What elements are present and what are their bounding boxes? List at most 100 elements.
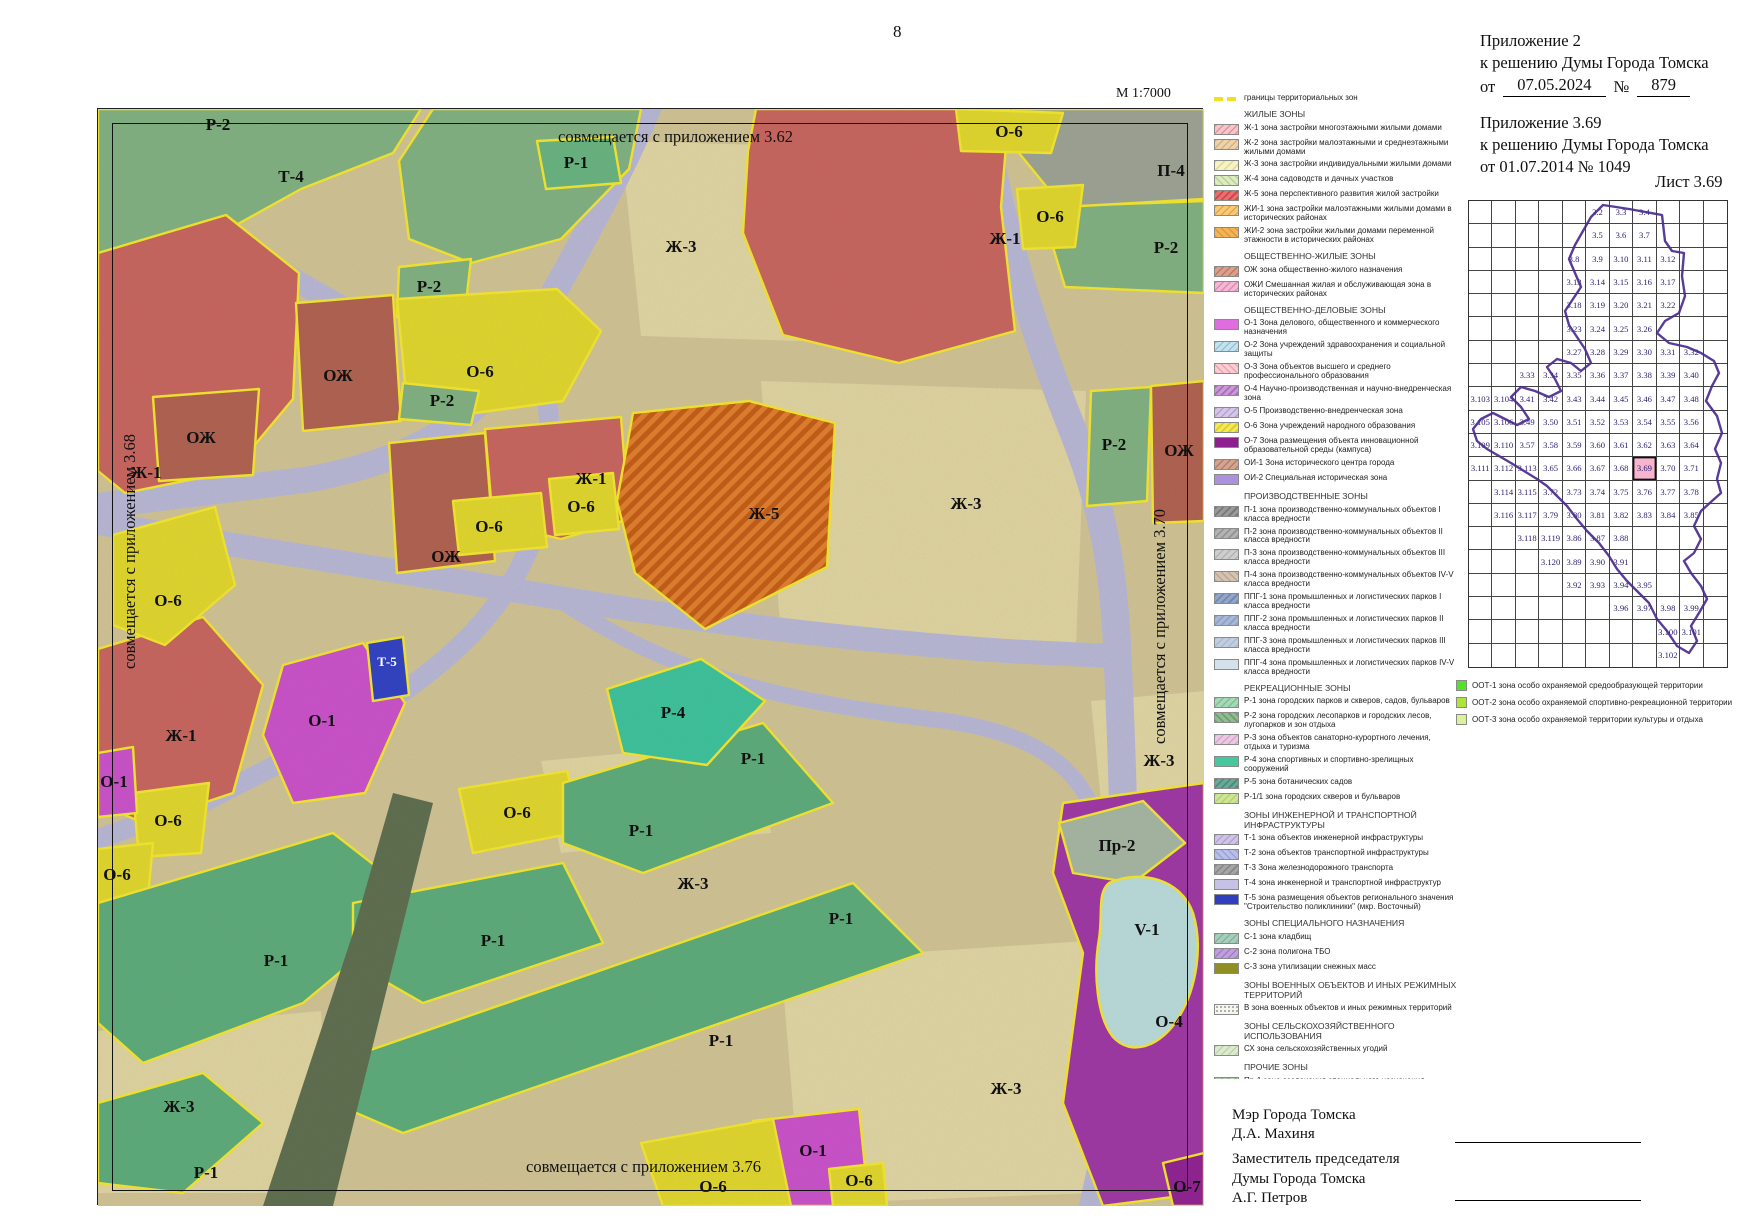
grid-cell-empty [1704, 481, 1727, 504]
legend-item-label: О-5 Производственно-внедренческая зона [1244, 407, 1403, 416]
zone-label-О-6: О-6 [845, 1171, 872, 1191]
grid-cell-3.19: 3.19 [1586, 294, 1609, 317]
grid-cell-3.71: 3.71 [1680, 457, 1703, 480]
grid-cell-empty [1633, 527, 1656, 550]
grid-cell-3.34: 3.34 [1539, 364, 1562, 387]
zone-label-О-6: О-6 [154, 591, 181, 611]
grid-cell-empty [1657, 574, 1680, 597]
grid-cell-empty [1469, 620, 1492, 643]
grid-cell-3.93: 3.93 [1586, 574, 1609, 597]
grid-cell-3.64: 3.64 [1680, 434, 1703, 457]
grid-cell-3.29: 3.29 [1610, 341, 1633, 364]
grid-cell-3.54: 3.54 [1633, 411, 1656, 434]
legend-item: ОИ-2 Специальная историческая зона [1214, 474, 1458, 485]
grid-cell-3.119: 3.119 [1539, 527, 1562, 550]
grid-cell-3.69: 3.69 [1633, 457, 1656, 480]
stamp1-num-label: № [1614, 76, 1630, 98]
grid-cell-3.38: 3.38 [1633, 364, 1656, 387]
legend-item-label: О-2 Зона учреждений здравоохранения и со… [1244, 341, 1458, 359]
grid-cell-3.57: 3.57 [1516, 434, 1539, 457]
grid-cell-3.76: 3.76 [1633, 481, 1656, 504]
legend-item: Т-3 Зона железнодорожного транспорта [1214, 864, 1458, 875]
grid-cell-3.55: 3.55 [1657, 411, 1680, 434]
grid-cell-empty [1469, 224, 1492, 247]
grid-cell-3.92: 3.92 [1563, 574, 1586, 597]
legend-item: границы территориальных зон [1214, 94, 1458, 103]
legend-swatch-boundary [1214, 97, 1239, 101]
grid-cell-3.116: 3.116 [1492, 504, 1515, 527]
zone-label-Р-1: Р-1 [194, 1163, 219, 1183]
legend-swatch-О-5 [1214, 407, 1239, 418]
grid-cell-empty [1704, 364, 1727, 387]
zone-label-Ж-5: Ж-5 [749, 504, 780, 524]
legend-item-label: ОИ-1 Зона исторического центра города [1244, 459, 1394, 468]
grid-cell-3.80: 3.80 [1563, 504, 1586, 527]
legend-swatch-О-6 [1214, 422, 1239, 433]
legend-item: ППГ-1 зона промышленных и логистических … [1214, 593, 1458, 611]
grid-cell-3.47: 3.47 [1657, 387, 1680, 410]
legend-swatch-П-4 [1214, 571, 1239, 582]
grid-cell-3.32: 3.32 [1680, 341, 1703, 364]
oot-item: ООТ-1 зона особо охраняемой средообразую… [1456, 680, 1754, 691]
grid-cell-empty [1704, 457, 1727, 480]
grid-cell-empty [1704, 527, 1727, 550]
legend-swatch-Т-2 [1214, 849, 1239, 860]
grid-cell-3.56: 3.56 [1680, 411, 1703, 434]
zone-label-Ж-3: Ж-3 [666, 237, 697, 257]
legend-item: Ж-1 зона застройки многоэтажными жилыми … [1214, 124, 1458, 135]
zone-label-V-1: V-1 [1134, 920, 1159, 940]
legend-item-label: Ж-1 зона застройки многоэтажными жилыми … [1244, 124, 1442, 133]
legend-swatch-В [1214, 1004, 1239, 1015]
legend-item: Р-5 зона ботанических садов [1214, 778, 1458, 789]
zone-label-Ж-3: Ж-3 [678, 874, 709, 894]
zone-label-О-6: О-6 [466, 362, 493, 382]
grid-cell-3.37: 3.37 [1610, 364, 1633, 387]
grid-cell-3.10: 3.10 [1610, 248, 1633, 271]
legend-item: О-6 Зона учреждений народного образовани… [1214, 422, 1458, 433]
grid-cell-3.45: 3.45 [1610, 387, 1633, 410]
grid-cell-empty [1539, 341, 1562, 364]
grid-cell-3.114: 3.114 [1492, 481, 1515, 504]
legend-item: Р-1/1 зона городских скверов и бульваров [1214, 793, 1458, 804]
grid-cell-empty [1563, 201, 1586, 224]
legend-section-header: ПРОЧИЕ ЗОНЫ [1244, 1063, 1458, 1073]
sheet-index-grid: 3.23.33.43.53.63.73.83.93.103.113.123.13… [1468, 200, 1728, 668]
legend-section-header: ПРОИЗВОДСТВЕННЫЕ ЗОНЫ [1244, 492, 1458, 502]
legend-item: СХ зона сельскохозяйственных угодий [1214, 1045, 1458, 1056]
legend-item: Р-3 зона объектов санаторно-курортного л… [1214, 734, 1458, 752]
legend-item: С-1 зона кладбищ [1214, 933, 1458, 944]
legend-item-label: СХ зона сельскохозяйственных угодий [1244, 1045, 1387, 1054]
zone-label-Ж-3: Ж-3 [951, 494, 982, 514]
grid-cell-3.49: 3.49 [1516, 411, 1539, 434]
legend-item: Р-2 зона городских лесопарков и городски… [1214, 712, 1458, 730]
grid-cell-3.79: 3.79 [1539, 504, 1562, 527]
edge-label-top: совмещается с приложением 3.62 [558, 127, 793, 147]
legend-item: Ж-5 зона перспективного развития жилой з… [1214, 190, 1458, 201]
legend-swatch-Т-4 [1214, 879, 1239, 890]
grid-cell-empty [1469, 527, 1492, 550]
zone-label-ОЖ: ОЖ [431, 547, 461, 567]
grid-cell-empty [1633, 620, 1656, 643]
grid-cell-3.42: 3.42 [1539, 387, 1562, 410]
grid-cell-empty [1704, 224, 1727, 247]
grid-cell-empty [1680, 248, 1703, 271]
grid-cell-empty [1516, 294, 1539, 317]
legend-item-label: С-3 зона утилизации снежных масс [1244, 963, 1376, 972]
grid-cell-3.35: 3.35 [1563, 364, 1586, 387]
legend-item-label: ППГ-1 зона промышленных и логистических … [1244, 593, 1458, 611]
grid-cell-3.74: 3.74 [1586, 481, 1609, 504]
grid-cell-empty [1704, 294, 1727, 317]
zone-label-О-1: О-1 [100, 772, 127, 792]
legend-item-label: Ж-3 зона застройки индивидуальными жилым… [1244, 160, 1452, 169]
legend-swatch-Р-4 [1214, 756, 1239, 767]
grid-cell-empty [1586, 644, 1609, 667]
grid-cell-empty [1610, 644, 1633, 667]
grid-cell-empty [1704, 387, 1727, 410]
stamp-appendix-2: Приложение 2 к решению Думы Города Томск… [1480, 30, 1709, 97]
legend-item: ЖИ-1 зона застройки малоэтажными жилыми … [1214, 205, 1458, 223]
grid-cell-3.94: 3.94 [1610, 574, 1633, 597]
grid-cell-empty [1539, 248, 1562, 271]
stamp1-from-label: от [1480, 76, 1495, 98]
grid-cell-empty [1492, 644, 1515, 667]
legend-item-label: ОИ-2 Специальная историческая зона [1244, 474, 1387, 483]
